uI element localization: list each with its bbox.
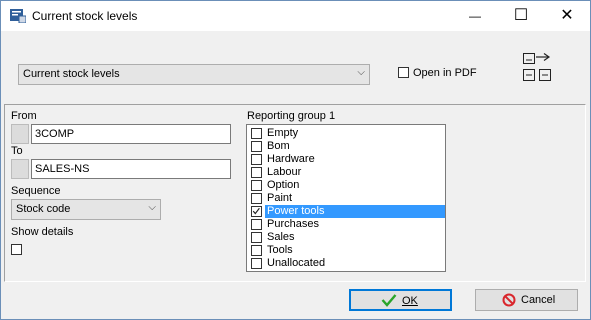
list-item-checkbox[interactable] bbox=[251, 128, 262, 139]
checkmark-icon bbox=[381, 294, 397, 307]
chevron-down-icon: ⌵ bbox=[357, 67, 365, 78]
dialog-window: Current stock levels — ☐ ✕ Current stock… bbox=[0, 0, 591, 320]
cancel-icon bbox=[502, 293, 516, 307]
close-button[interactable]: ✕ bbox=[544, 1, 590, 31]
list-item-label: Sales bbox=[267, 231, 295, 243]
list-item-checkbox[interactable] bbox=[251, 206, 262, 217]
reporting-group-label: Reporting group 1 bbox=[247, 110, 336, 122]
list-item-label: Labour bbox=[267, 166, 302, 178]
list-item-checkbox[interactable] bbox=[251, 232, 262, 243]
list-item-label: Unallocated bbox=[267, 257, 326, 269]
from-label: From bbox=[11, 110, 37, 122]
list-item[interactable]: Option bbox=[247, 179, 445, 192]
minimize-icon: — bbox=[469, 9, 481, 23]
list-item[interactable]: Hardware bbox=[247, 153, 445, 166]
list-item-label: Empty bbox=[267, 127, 299, 139]
report-app-icon bbox=[10, 9, 26, 23]
cancel-button[interactable]: Cancel bbox=[475, 289, 578, 311]
to-field[interactable]: SALES-NS bbox=[31, 159, 231, 179]
to-label: To bbox=[11, 145, 23, 157]
close-icon: ✕ bbox=[560, 7, 574, 24]
from-value: 3COMP bbox=[35, 128, 75, 140]
list-item[interactable]: Tools bbox=[247, 244, 445, 257]
list-item-selected[interactable]: Power tools bbox=[247, 205, 445, 218]
maximize-icon: ☐ bbox=[513, 7, 529, 24]
list-item[interactable]: Sales bbox=[247, 231, 445, 244]
list-item[interactable]: Paint bbox=[247, 192, 445, 205]
show-details-label: Show details bbox=[11, 226, 74, 238]
title-bar[interactable]: Current stock levels — ☐ ✕ bbox=[1, 1, 590, 31]
list-item-checkbox[interactable] bbox=[251, 219, 262, 230]
list-item[interactable]: Bom bbox=[247, 140, 445, 153]
report-select-value: Current stock levels bbox=[23, 68, 120, 80]
list-item[interactable]: Unallocated bbox=[247, 257, 445, 270]
from-field[interactable]: 3COMP bbox=[31, 124, 231, 144]
ok-button[interactable]: OK bbox=[349, 289, 452, 311]
sequence-value: Stock code bbox=[16, 203, 71, 215]
list-item-label: Bom bbox=[267, 140, 290, 152]
list-item-checkbox[interactable] bbox=[251, 245, 262, 256]
list-item[interactable]: Purchases bbox=[247, 218, 445, 231]
list-item-checkbox[interactable] bbox=[251, 167, 262, 178]
list-item-label: Option bbox=[267, 179, 300, 191]
window-title: Current stock levels bbox=[32, 9, 138, 23]
cancel-label: Cancel bbox=[521, 294, 556, 306]
list-item-checkbox[interactable] bbox=[251, 141, 262, 152]
show-details-checkbox[interactable] bbox=[11, 244, 22, 255]
list-item-checkbox[interactable] bbox=[251, 193, 262, 204]
open-in-pdf-checkbox[interactable] bbox=[398, 67, 409, 78]
list-item-checkbox[interactable] bbox=[251, 180, 262, 191]
list-item-label: Power tools bbox=[265, 205, 445, 218]
reporting-group-list[interactable]: Empty Bom Hardware Labour Option Paint P… bbox=[246, 124, 446, 272]
list-item-label: Paint bbox=[267, 192, 293, 204]
chevron-down-icon: ⌵ bbox=[148, 202, 156, 213]
from-lookup-button[interactable] bbox=[11, 124, 29, 144]
list-item[interactable]: Empty bbox=[247, 127, 445, 140]
sequence-select[interactable]: Stock code ⌵ bbox=[11, 199, 161, 220]
list-item-checkbox[interactable] bbox=[251, 154, 262, 165]
ok-label: OK bbox=[402, 295, 418, 307]
list-item[interactable]: Labour bbox=[247, 166, 445, 179]
checkmark-icon bbox=[252, 207, 260, 215]
layout-columns-icon[interactable] bbox=[522, 52, 554, 82]
list-item-label: Tools bbox=[267, 244, 293, 256]
report-select[interactable]: Current stock levels ⌵ bbox=[18, 64, 370, 85]
minimize-button[interactable]: — bbox=[452, 1, 498, 31]
sequence-label: Sequence bbox=[11, 185, 61, 197]
to-lookup-button[interactable] bbox=[11, 159, 29, 179]
list-item-label: Purchases bbox=[267, 218, 319, 230]
open-in-pdf-label: Open in PDF bbox=[413, 67, 477, 79]
list-item-label: Hardware bbox=[267, 153, 315, 165]
maximize-button[interactable]: ☐ bbox=[498, 1, 544, 31]
list-item-checkbox[interactable] bbox=[251, 258, 262, 269]
to-value: SALES-NS bbox=[35, 163, 90, 175]
